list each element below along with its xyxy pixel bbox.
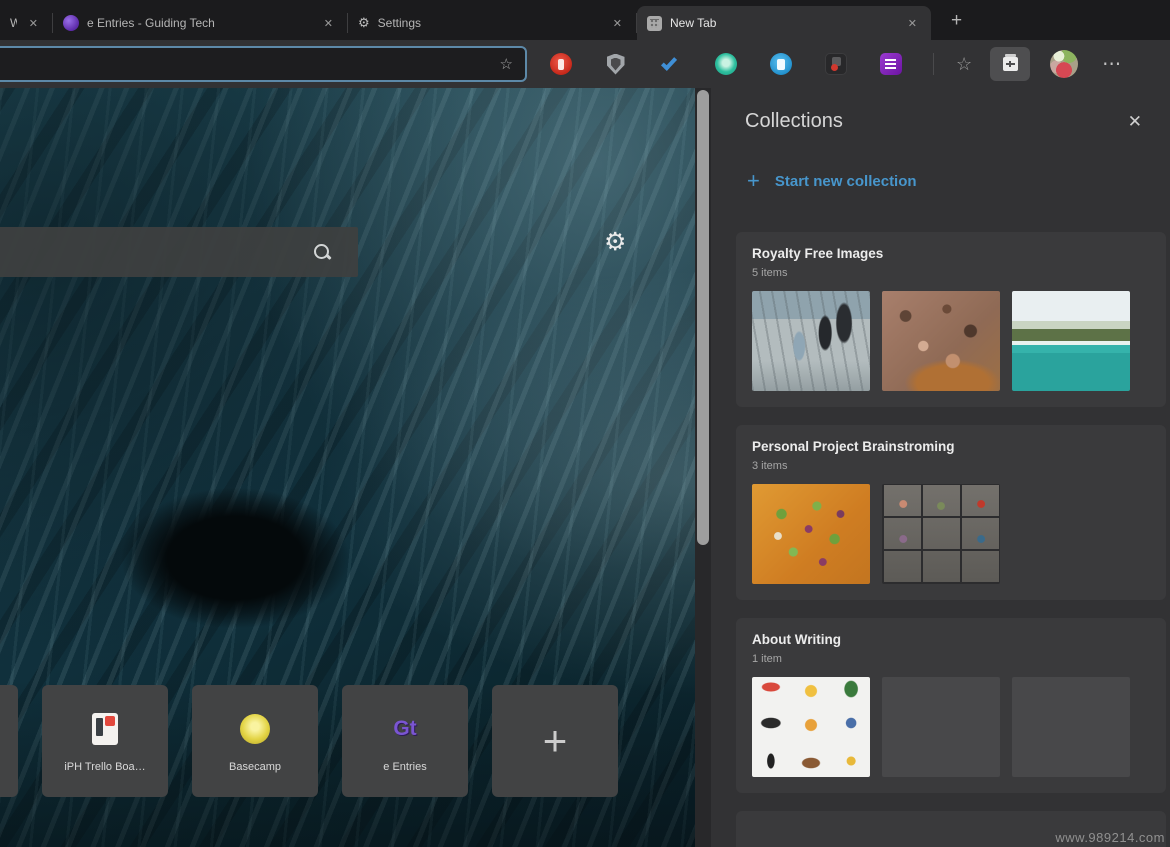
collections-toolbar-button[interactable]: [990, 47, 1030, 81]
tab-label: New Tab: [670, 16, 896, 30]
profile-avatar[interactable]: [1050, 50, 1078, 78]
address-input[interactable]: [0, 57, 500, 72]
shopping-site-screenshot[interactable]: [752, 677, 870, 777]
start-new-collection-button[interactable]: + Start new collection: [747, 170, 1170, 192]
video-call-grid-photo[interactable]: [882, 484, 1000, 584]
favorites-star-icon[interactable]: ☆: [500, 55, 513, 73]
purple-note-extension-icon[interactable]: [878, 52, 903, 77]
collection-card-about-writing[interactable]: About Writing 1 item: [736, 618, 1166, 793]
settings-gear-favicon: ⚙: [358, 15, 370, 31]
empty-thumb-slot: [1012, 677, 1130, 777]
shortcut-tile-entries[interactable]: Gt e Entries: [342, 685, 468, 797]
toolbar: ☆ ☆ ⋯: [0, 40, 1170, 88]
collections-title: Collections: [745, 110, 843, 133]
tab-entries-guiding-tech[interactable]: e Entries - Guiding Tech ✕: [53, 6, 347, 40]
shortcut-tile-trello[interactable]: iPH Trello Boa…: [42, 685, 168, 797]
collection-title: Royalty Free Images: [752, 246, 1150, 261]
collection-item-count: 3 items: [752, 460, 1150, 472]
collection-title: About Writing: [752, 632, 1150, 647]
watermark-text: www.989214.com: [1055, 830, 1165, 845]
shortcut-label: iPH Trello Boa…: [64, 761, 145, 773]
empty-thumb-slot: [882, 677, 1000, 777]
tab-label: e Entries - Guiding Tech: [87, 16, 312, 30]
shortcut-tile-cutoff[interactable]: [0, 685, 18, 797]
extensions-row: [548, 52, 903, 77]
person-resting-photo[interactable]: [1012, 484, 1130, 584]
more-menu-button[interactable]: ⋯: [1102, 53, 1122, 76]
tab-label: W…: [10, 16, 17, 30]
plus-icon: +: [747, 170, 760, 192]
rock-texture-photo[interactable]: [882, 291, 1000, 391]
content-area: ⚙ iPH Trello Boa… Basecamp Gt e En: [0, 88, 1170, 847]
tab-new-tab-active[interactable]: New Tab ✕: [637, 6, 931, 40]
shortcut-tile-basecamp[interactable]: Basecamp: [192, 685, 318, 797]
plus-icon: +: [543, 685, 568, 797]
add-shortcut-tile[interactable]: +: [492, 685, 618, 797]
tab-settings[interactable]: ⚙ Settings ✕: [348, 6, 636, 40]
scrollbar-thumb[interactable]: [697, 90, 709, 545]
tab-close-icon[interactable]: ✕: [904, 15, 921, 32]
collections-panel: Collections ✕ + Start new collection Roy…: [711, 88, 1170, 847]
collection-card-royalty-free-images[interactable]: Royalty Free Images 5 items: [736, 232, 1166, 407]
tab-close-icon[interactable]: ✕: [25, 15, 42, 32]
basecamp-circle-icon: [240, 714, 270, 744]
tab-label: Settings: [378, 16, 601, 30]
teal-circle-extension-icon[interactable]: [713, 52, 738, 77]
ntp-search-box[interactable]: [0, 227, 358, 277]
shortcut-label: Basecamp: [229, 761, 281, 773]
collections-header: Collections ✕: [711, 88, 1170, 133]
tab-close-icon[interactable]: ✕: [320, 15, 337, 32]
collection-item-count: 5 items: [752, 267, 1150, 279]
boardwalk-people-photo[interactable]: [752, 291, 870, 391]
guiding-tech-favicon: [63, 15, 79, 31]
collections-icon: [1003, 57, 1018, 71]
shortcut-tiles: iPH Trello Boa… Basecamp Gt e Entries +: [0, 685, 618, 797]
dark-pin-extension-icon[interactable]: [823, 52, 848, 77]
browser-window: W… ✕ e Entries - Guiding Tech ✕ ⚙ Settin…: [0, 0, 1170, 847]
tab-bar: W… ✕ e Entries - Guiding Tech ✕ ⚙ Settin…: [0, 0, 1170, 40]
tacos-food-photo[interactable]: [752, 484, 870, 584]
new-tab-button[interactable]: +: [945, 10, 968, 32]
guiding-tech-icon: Gt: [393, 717, 416, 741]
close-icon[interactable]: ✕: [1128, 112, 1142, 132]
trello-board-icon: [92, 713, 118, 745]
shield-extension-icon[interactable]: [603, 52, 628, 77]
lake-landscape-photo[interactable]: [1012, 291, 1130, 391]
blue-circle-extension-icon[interactable]: [768, 52, 793, 77]
shortcut-label: e Entries: [383, 761, 426, 773]
new-tab-favicon: [647, 16, 662, 31]
collection-card-personal-project-brainstroming[interactable]: Personal Project Brainstroming 3 items: [736, 425, 1166, 600]
page-settings-gear-icon[interactable]: ⚙: [604, 230, 626, 255]
favorites-hub-icon[interactable]: ☆: [956, 54, 972, 75]
start-new-collection-label: Start new collection: [775, 173, 917, 190]
toolbar-separator: [933, 53, 934, 75]
tab-close-icon[interactable]: ✕: [609, 15, 626, 32]
new-tab-page: ⚙ iPH Trello Boa… Basecamp Gt e En: [0, 88, 695, 847]
collection-item-count: 1 item: [752, 653, 1150, 665]
blue-check-extension-icon[interactable]: [658, 52, 683, 77]
collections-list: Royalty Free Images 5 items Personal Pro…: [711, 232, 1170, 847]
page-scrollbar[interactable]: [695, 88, 711, 847]
address-bar[interactable]: ☆: [0, 46, 527, 82]
collection-title: Personal Project Brainstroming: [752, 439, 1150, 454]
tab-truncated[interactable]: W… ✕: [0, 6, 52, 40]
search-icon: [314, 244, 330, 260]
red-badge-extension-icon[interactable]: [548, 52, 573, 77]
